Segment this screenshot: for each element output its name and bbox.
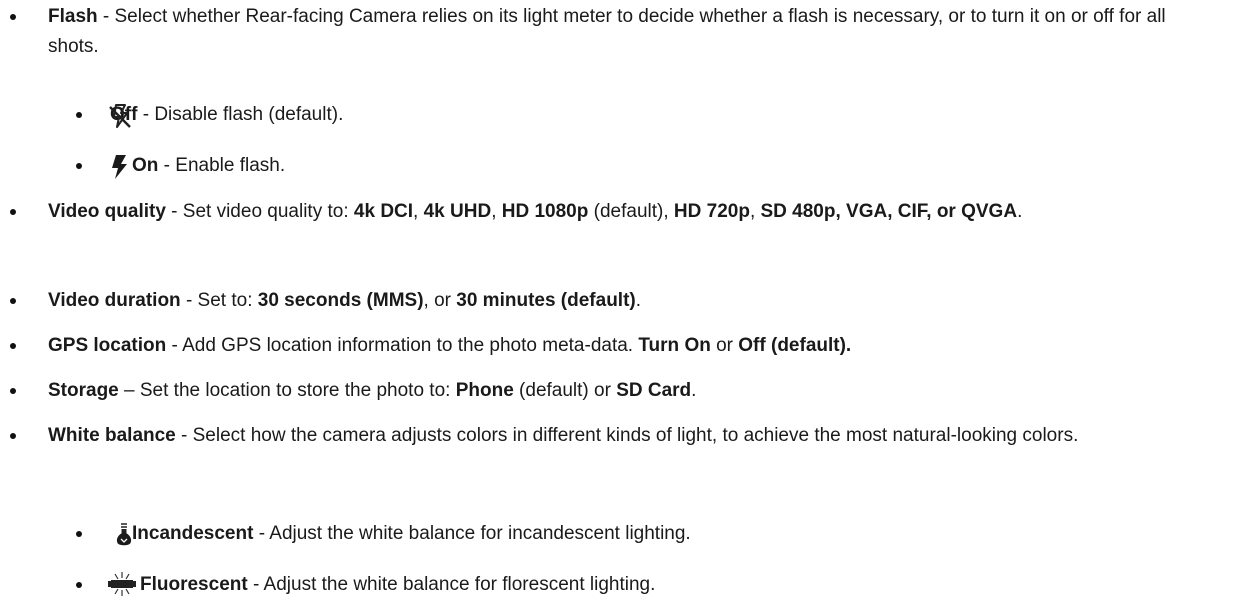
option-sd-480p-group: SD 480p, VGA, CIF, or QVGA (760, 201, 1018, 222)
storage-term: Storage (48, 380, 119, 401)
list-item-incandescent: Incandescent - Adjust the white balance … (48, 519, 1218, 549)
flash-off-icon (108, 103, 132, 128)
flash-on-text: On - Enable flash. (48, 151, 1218, 181)
incandescent-bulb-icon (114, 522, 138, 546)
option-turn-on: Turn On (638, 335, 711, 356)
video-duration-desc: - Set to: (180, 290, 258, 311)
fluorescent-desc: - Adjust the white balance for florescen… (247, 574, 656, 595)
video-quality-desc: - Set video quality to: (165, 201, 354, 222)
option-hd-1080p: HD 1080p (501, 201, 589, 222)
document: Flash - Select whether Rear-facing Camer… (0, 0, 1248, 612)
list-item-white-balance: White balance - Select how the camera ad… (10, 421, 1218, 451)
incandescent-desc: - Adjust the white balance for incandesc… (253, 523, 691, 544)
flash-term: Flash (48, 6, 98, 27)
option-4k-dci: 4k DCI (353, 201, 414, 222)
period: . (635, 290, 642, 311)
flash-on-desc: - Enable flash. (158, 155, 286, 176)
separator: , (491, 201, 502, 222)
separator: , (413, 201, 424, 222)
gps-text: GPS location - Add GPS location informat… (48, 331, 1218, 361)
option-sd-card: SD Card (616, 380, 692, 401)
incandescent-term: Incandescent (132, 523, 254, 544)
list-item-video-duration: Video duration - Set to: 30 seconds (MMS… (10, 286, 1218, 316)
flash-off-text: Off - Disable flash (default). (48, 100, 1218, 130)
video-duration-text: Video duration - Set to: 30 seconds (MMS… (48, 286, 1218, 316)
flash-on-term: On (132, 155, 159, 176)
storage-desc: – Set the location to store the photo to… (118, 380, 456, 401)
option-off-default: Off (default). (738, 335, 852, 356)
separator: (default) or (513, 380, 617, 401)
separator: , or (423, 290, 457, 311)
gps-desc: - Add GPS location information to the ph… (166, 335, 639, 356)
period: . (1017, 201, 1023, 222)
default-note: (default), (588, 201, 674, 222)
option-phone: Phone (455, 380, 514, 401)
fluorescent-tube-icon (107, 571, 136, 596)
list-item-video-quality: Video quality - Set video quality to: 4k… (10, 197, 1218, 227)
separator: or (710, 335, 739, 356)
list-item-flash: Flash - Select whether Rear-facing Camer… (10, 2, 1218, 62)
incandescent-text: Incandescent - Adjust the white balance … (48, 519, 1218, 549)
flash-off-desc: - Disable flash (default). (137, 104, 344, 125)
option-30-minutes: 30 minutes (default) (456, 290, 636, 311)
gps-term: GPS location (48, 335, 167, 356)
option-4k-uhd: 4k UHD (423, 201, 492, 222)
period: . (691, 380, 697, 401)
flash-on-icon (108, 154, 132, 179)
flash-text: Flash - Select whether Rear-facing Camer… (48, 2, 1218, 62)
list-item-flash-off: Off - Disable flash (default). (48, 100, 1218, 130)
fluorescent-text: Fluorescent - Adjust the white balance f… (48, 570, 1218, 600)
video-quality-term: Video quality (48, 201, 166, 222)
white-balance-term: White balance (48, 425, 176, 446)
separator: , (749, 201, 761, 222)
flash-desc: - Select whether Rear-facing Camera reli… (48, 6, 1166, 57)
option-30-seconds: 30 seconds (MMS) (257, 290, 424, 311)
list-item-flash-on: On - Enable flash. (48, 151, 1218, 181)
list-item-storage: Storage – Set the location to store the … (10, 376, 1218, 406)
video-quality-text: Video quality - Set video quality to: 4k… (48, 197, 1218, 227)
list-item-gps-location: GPS location - Add GPS location informat… (10, 331, 1218, 361)
storage-text: Storage – Set the location to store the … (48, 376, 1218, 406)
white-balance-desc: - Select how the camera adjusts colors i… (175, 425, 1079, 446)
fluorescent-term: Fluorescent (140, 574, 248, 595)
list-item-fluorescent: Fluorescent - Adjust the white balance f… (48, 570, 1218, 600)
option-hd-720p: HD 720p (673, 201, 750, 222)
video-duration-term: Video duration (48, 290, 181, 311)
white-balance-text: White balance - Select how the camera ad… (48, 421, 1218, 451)
